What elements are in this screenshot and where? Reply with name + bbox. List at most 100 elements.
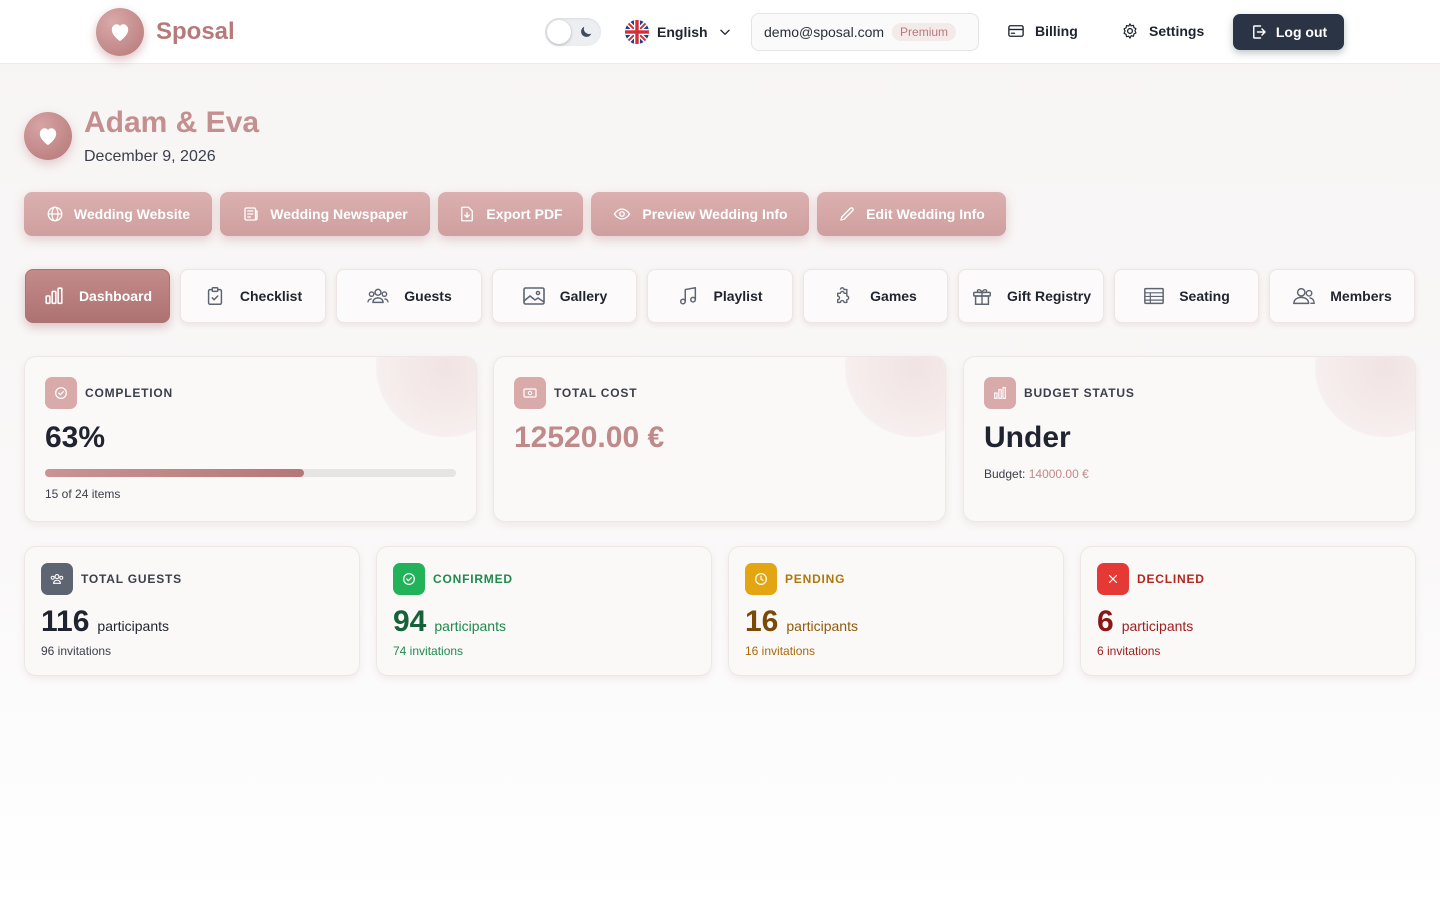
logout-button[interactable]: Log out xyxy=(1233,14,1344,50)
table-icon xyxy=(1144,287,1165,305)
eye-icon xyxy=(614,208,631,220)
music-note-icon xyxy=(680,287,697,305)
card-header: TOTAL COST xyxy=(514,377,637,409)
tab-guests-label: Guests xyxy=(404,288,452,304)
wedding-newspaper-button[interactable]: Wedding Newspaper xyxy=(220,192,430,236)
account-email: demo@sposal.com xyxy=(764,24,885,40)
edit-wedding-info-button[interactable]: Edit Wedding Info xyxy=(817,192,1006,236)
completion-value: 63% xyxy=(45,421,106,454)
completion-label: COMPLETION xyxy=(85,386,173,400)
tab-guests[interactable]: Guests xyxy=(336,269,482,323)
settings-link[interactable]: Settings xyxy=(1121,22,1204,40)
total-invitations: 96 invitations xyxy=(41,644,112,658)
card-header: BUDGET STATUS xyxy=(984,377,1135,409)
dark-mode-toggle[interactable] xyxy=(545,18,601,46)
tab-gallery-label: Gallery xyxy=(559,288,608,304)
pending-number: 16 xyxy=(745,605,779,638)
tab-games-label: Games xyxy=(870,288,917,304)
tab-playlist-label: Playlist xyxy=(713,288,763,304)
logout-icon xyxy=(1252,25,1266,39)
users-icon xyxy=(41,563,73,595)
declined-guests-card: DECLINED 6 participants 6 invitations xyxy=(1080,546,1416,676)
total-cost-card: TOTAL COST 12520.00 € xyxy=(493,356,946,522)
export-pdf-button[interactable]: Export PDF xyxy=(438,192,583,236)
tab-dashboard[interactable]: Dashboard xyxy=(25,269,170,323)
couple-name: Adam & Eva xyxy=(84,106,260,139)
participants-unit: participants xyxy=(1121,618,1194,634)
export-pdf-label: Export PDF xyxy=(486,206,563,222)
gift-icon xyxy=(973,288,991,305)
card-header: TOTAL GUESTS xyxy=(41,563,182,595)
card-header: PENDING xyxy=(745,563,845,595)
participants-unit: participants xyxy=(434,618,506,634)
tab-playlist[interactable]: Playlist xyxy=(647,269,793,323)
couple-heart-icon xyxy=(24,112,72,160)
file-download-icon xyxy=(461,206,474,222)
budget-status-value: Under xyxy=(984,421,1071,454)
brand-name: Sposal xyxy=(156,18,235,45)
newspaper-icon xyxy=(244,207,258,221)
account-chip[interactable]: demo@sposal.com Premium xyxy=(751,13,979,51)
card-header: DECLINED xyxy=(1097,563,1205,595)
top-navbar: Sposal English demo@sposal.com Premium B… xyxy=(0,0,1440,64)
brand[interactable]: Sposal xyxy=(96,8,235,56)
tab-gallery[interactable]: Gallery xyxy=(492,269,637,323)
budget-caption: Budget: xyxy=(984,467,1026,481)
preview-wedding-info-button[interactable]: Preview Wedding Info xyxy=(591,192,809,236)
card-decoration xyxy=(1315,357,1415,437)
declined-count: 6 participants xyxy=(1097,605,1193,639)
clock-icon xyxy=(745,563,777,595)
close-icon xyxy=(1097,563,1129,595)
completion-card: COMPLETION 63% 15 of 24 items xyxy=(24,356,477,522)
tab-checklist[interactable]: Checklist xyxy=(180,269,326,323)
billing-label: Billing xyxy=(1035,23,1078,39)
wedding-website-button[interactable]: Wedding Website xyxy=(24,192,212,236)
tab-members-label: Members xyxy=(1330,288,1392,304)
logout-label: Log out xyxy=(1275,24,1328,40)
credit-card-icon xyxy=(1008,25,1024,37)
tab-gift-registry[interactable]: Gift Registry xyxy=(958,269,1104,323)
declined-invitations: 6 invitations xyxy=(1097,644,1161,658)
total-guests-card: TOTAL GUESTS 116 participants 96 invitat… xyxy=(24,546,360,676)
users-icon xyxy=(367,288,390,304)
language-label: English xyxy=(657,24,708,40)
moon-icon xyxy=(581,26,592,37)
wedding-website-label: Wedding Website xyxy=(73,206,191,222)
billing-link[interactable]: Billing xyxy=(1007,22,1078,40)
total-cost-value: 12520.00 € xyxy=(514,421,665,454)
budget-amount: 14000.00 € xyxy=(1028,467,1089,481)
check-circle-icon xyxy=(393,563,425,595)
participants-unit: participants xyxy=(786,618,858,634)
card-header: COMPLETION xyxy=(45,377,173,409)
budget-line: Budget: 14000.00 € xyxy=(984,467,1089,481)
confirmed-count: 94 participants xyxy=(393,605,506,639)
gear-icon xyxy=(1123,23,1137,39)
completion-progress-fill xyxy=(45,469,304,477)
preview-wedding-info-label: Preview Wedding Info xyxy=(642,206,788,222)
participants-unit: participants xyxy=(97,618,169,634)
language-selector[interactable]: English xyxy=(625,20,732,44)
pending-guests-card: PENDING 16 participants 16 invitations xyxy=(728,546,1064,676)
completion-detail: 15 of 24 items xyxy=(45,487,121,501)
pencil-icon xyxy=(840,207,854,221)
declined-number: 6 xyxy=(1097,605,1114,638)
clipboard-check-icon xyxy=(207,287,223,305)
card-header: CONFIRMED xyxy=(393,563,513,595)
chevron-down-icon xyxy=(719,29,730,35)
tab-seating[interactable]: Seating xyxy=(1114,269,1259,323)
total-cost-label: TOTAL COST xyxy=(554,386,638,400)
uk-flag-icon xyxy=(625,20,649,44)
budget-status-card: BUDGET STATUS Under Budget: 14000.00 € xyxy=(963,356,1416,522)
confirmed-invitations: 74 invitations xyxy=(393,644,464,658)
toggle-knob xyxy=(547,20,571,44)
tab-members[interactable]: Members xyxy=(1269,269,1415,323)
tab-games[interactable]: Games xyxy=(803,269,948,323)
confirmed-number: 94 xyxy=(393,605,427,638)
members-icon xyxy=(1293,287,1316,305)
pending-invitations: 16 invitations xyxy=(745,644,816,658)
card-decoration xyxy=(376,357,476,437)
tab-seating-label: Seating xyxy=(1179,288,1230,304)
premium-badge: Premium xyxy=(892,23,957,41)
wedding-date: December 9, 2026 xyxy=(84,148,216,165)
total-guests-count: 116 participants xyxy=(41,605,169,639)
